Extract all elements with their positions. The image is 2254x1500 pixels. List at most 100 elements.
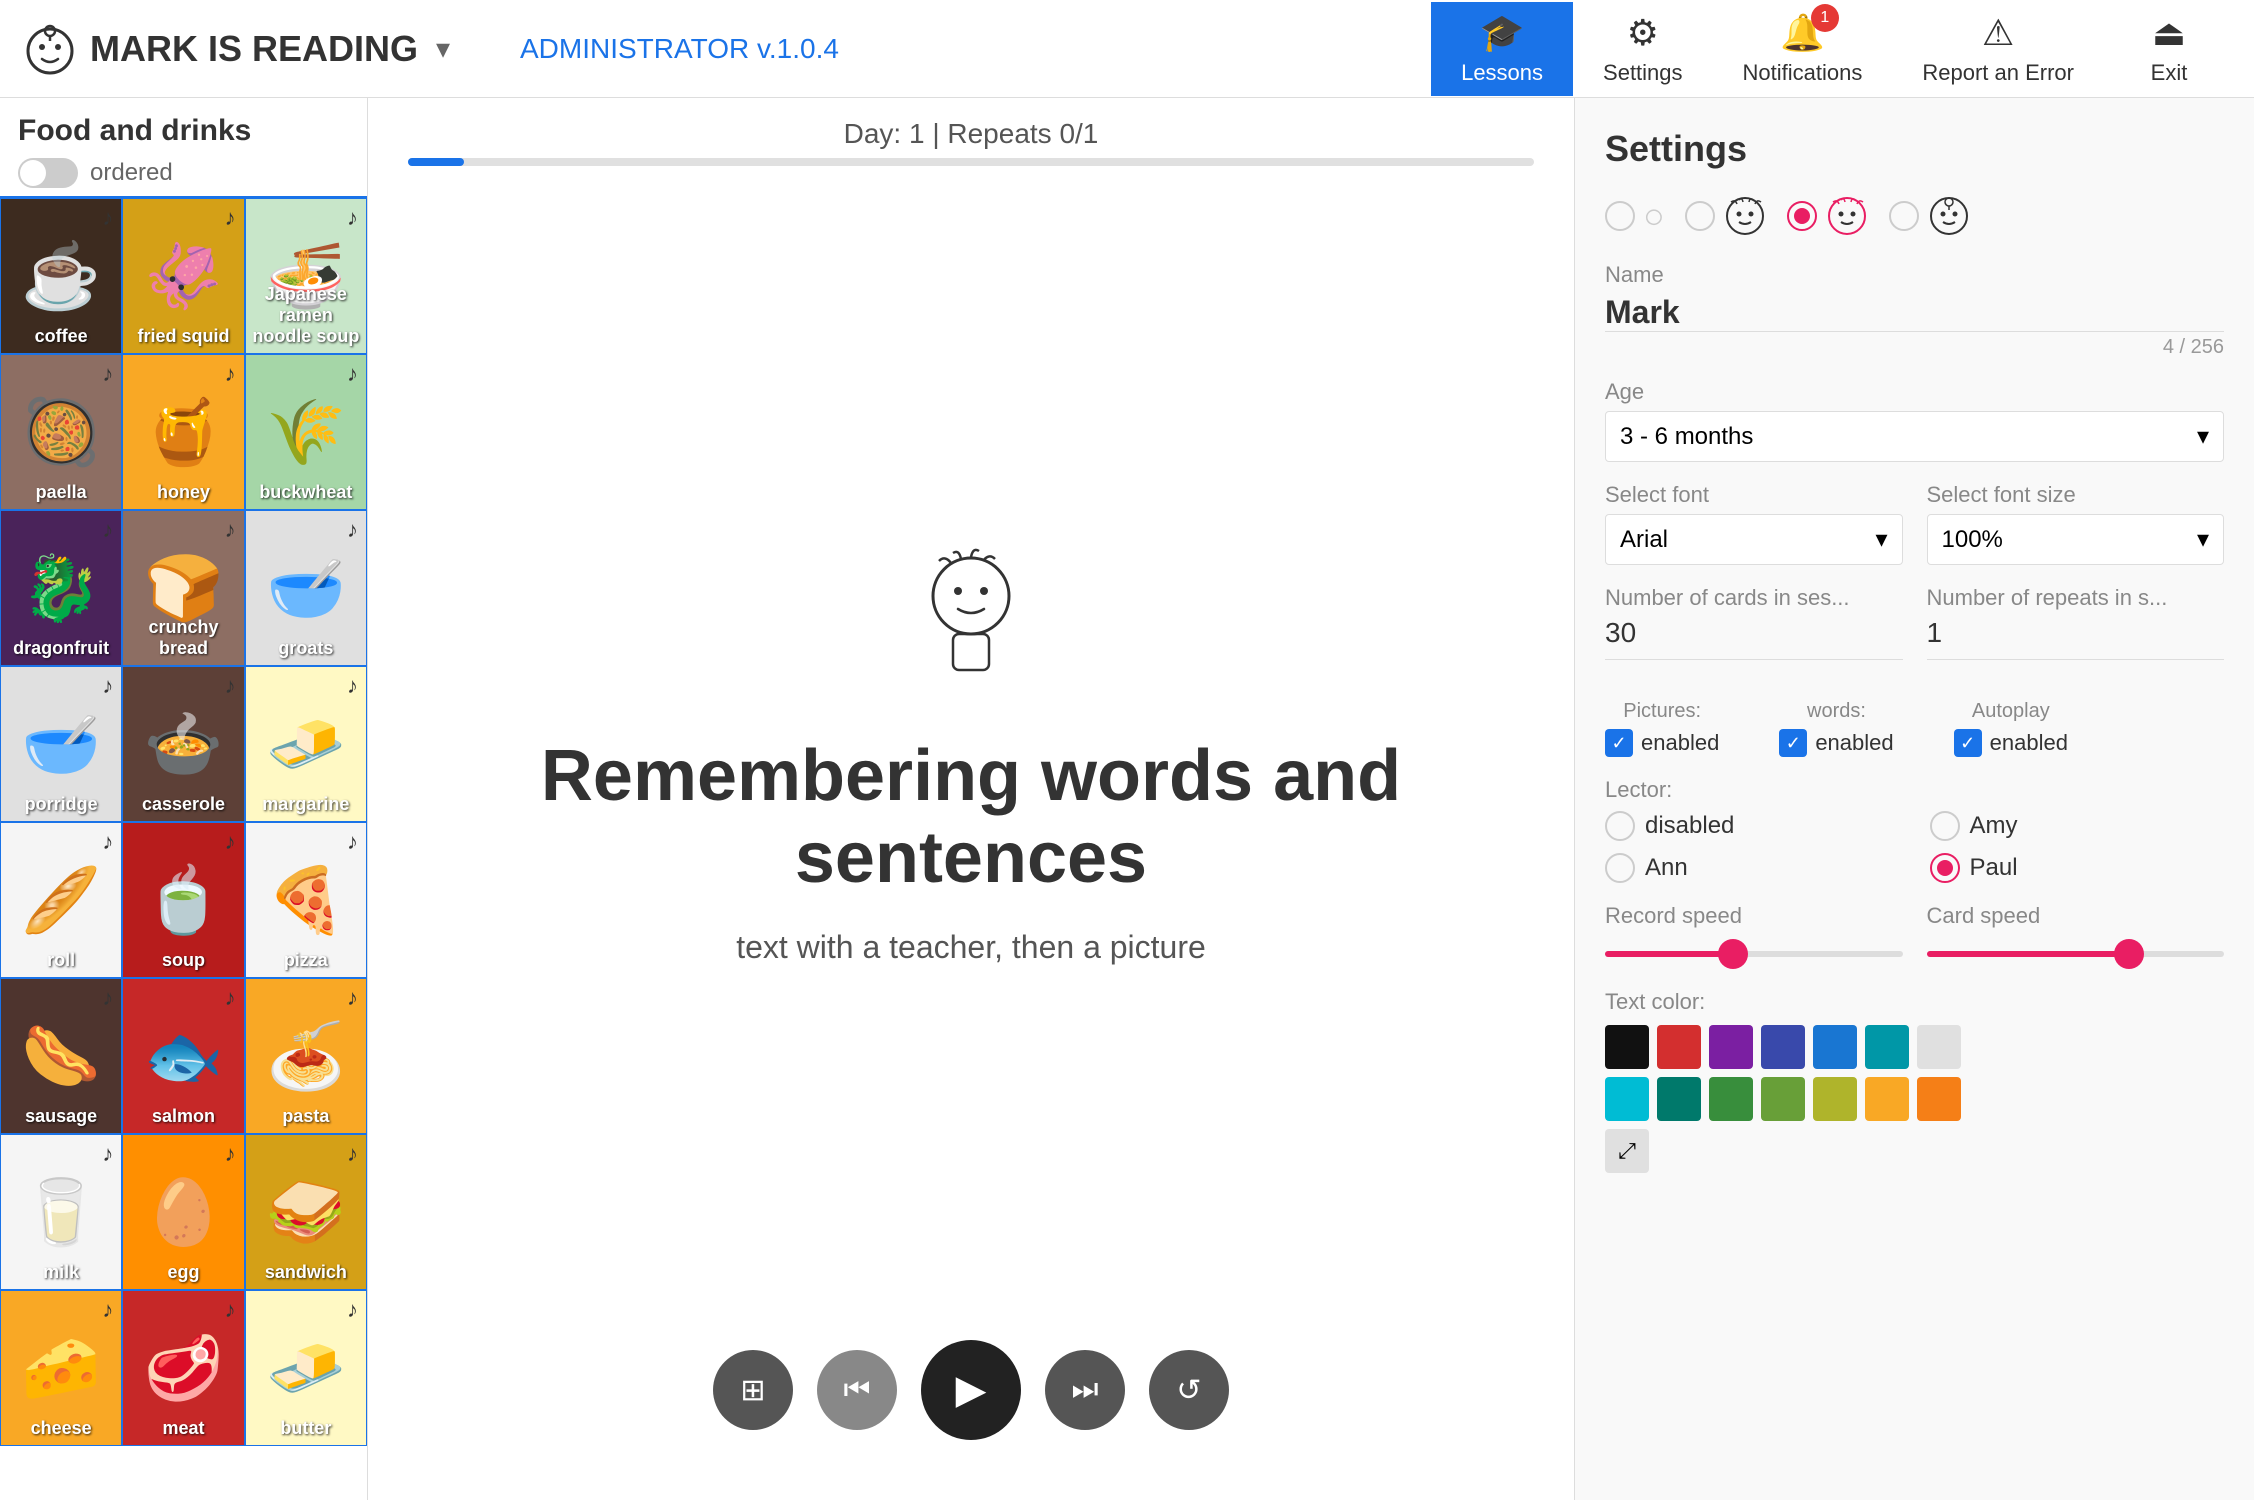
color-swatch-3[interactable] (1761, 1025, 1805, 1069)
grid-item-coffee[interactable]: ♪☕coffee (0, 198, 122, 354)
words-checkbox[interactable]: ✓ (1779, 729, 1807, 757)
radio-lector-ann[interactable] (1605, 853, 1635, 883)
grid-item-ramen[interactable]: ♪🍜Japanese ramen noodle soup (245, 198, 367, 354)
radio-lector-paul[interactable] (1930, 853, 1960, 883)
prev-button[interactable]: ⏮ (817, 1350, 897, 1430)
grid-item-porridge[interactable]: ♪🥣porridge (0, 666, 122, 822)
grid-item-honey[interactable]: ♪🍯honey (122, 354, 244, 510)
age-select[interactable]: 3 - 6 months ▾ (1605, 411, 2224, 462)
grid-item-meat[interactable]: ♪🥩meat (122, 1290, 244, 1446)
grid-item-cheese[interactable]: ♪🧀cheese (0, 1290, 122, 1446)
radio-lector-disabled[interactable] (1605, 811, 1635, 841)
color-swatch-7[interactable] (1605, 1077, 1649, 1121)
radio-girl2[interactable] (1787, 201, 1817, 231)
nav-settings[interactable]: ⚙ Settings (1573, 2, 1713, 96)
color-swatch-12[interactable] (1865, 1077, 1909, 1121)
color-swatch-6[interactable] (1917, 1025, 1961, 1069)
avatar-option-girl2[interactable] (1787, 194, 1869, 238)
color-swatch-5[interactable] (1865, 1025, 1909, 1069)
radio-blank[interactable] (1605, 201, 1635, 231)
grid-item-sandwich[interactable]: ♪🥪sandwich (245, 1134, 367, 1290)
play-button[interactable]: ▶ (921, 1340, 1021, 1440)
card-speed-slider[interactable] (1927, 939, 2225, 969)
color-swatch-8[interactable] (1657, 1077, 1701, 1121)
radio-lector-amy[interactable] (1930, 811, 1960, 841)
profile-dropdown[interactable]: ▾ (436, 32, 450, 65)
lector-disabled[interactable]: disabled (1605, 811, 1900, 841)
color-swatch-0[interactable] (1605, 1025, 1649, 1069)
item-label-sausage: sausage (1, 1106, 121, 1127)
color-swatch-1[interactable] (1657, 1025, 1701, 1069)
radio-girl1[interactable] (1685, 201, 1715, 231)
record-speed-thumb[interactable] (1718, 939, 1748, 969)
grid-item-salmon[interactable]: ♪🐟salmon (122, 978, 244, 1134)
item-emoji-casserole: 🍲 (144, 707, 224, 782)
repeats-value[interactable]: 1 (1927, 617, 1943, 648)
autoplay-checkbox[interactable]: ✓ (1954, 729, 1982, 757)
font-size-label: Select font size (1927, 482, 2225, 508)
nav-report-error[interactable]: ⚠ Report an Error (1892, 2, 2104, 96)
category-title: Food and drinks (18, 114, 349, 148)
record-speed-slider[interactable] (1605, 939, 1903, 969)
grid-item-buckwheat[interactable]: ♪🌾buckwheat (245, 354, 367, 510)
item-emoji-pizza: 🍕 (266, 863, 346, 938)
center-illustration (901, 541, 1041, 705)
font-select[interactable]: Arial ▾ (1605, 514, 1903, 565)
name-value[interactable]: Mark (1605, 294, 1680, 331)
avatar-option-blank[interactable]: ○ (1605, 195, 1665, 237)
grid-item-soup[interactable]: ♪🍵soup (122, 822, 244, 978)
words-label: words: (1807, 700, 1866, 723)
grid-item-fried-squid[interactable]: ♪🦑fried squid (122, 198, 244, 354)
color-swatch-2[interactable] (1709, 1025, 1753, 1069)
grid-item-butter[interactable]: ♪🧈butter (245, 1290, 367, 1446)
music-note-porridge: ♪ (102, 673, 113, 699)
grid-item-dragonfruit[interactable]: ♪🐉dragonfruit (0, 510, 122, 666)
music-note-soup: ♪ (225, 829, 236, 855)
color-grid: ⤢ (1605, 1025, 2224, 1173)
avatar-option-boy[interactable] (1889, 194, 1971, 238)
grid-item-pasta[interactable]: ♪🍝pasta (245, 978, 367, 1134)
ordered-toggle[interactable] (18, 158, 78, 188)
nav-notifications[interactable]: 🔔 1 Notifications (1713, 2, 1893, 96)
repeats-section: Number of repeats in s... 1 (1927, 585, 2225, 680)
item-emoji-egg: 🥚 (144, 1175, 224, 1250)
grid-item-casserole[interactable]: ♪🍲casserole (122, 666, 244, 822)
music-note-honey: ♪ (225, 361, 236, 387)
radio-boy[interactable] (1889, 201, 1919, 231)
card-speed-thumb[interactable] (2114, 939, 2144, 969)
nav-lessons[interactable]: 🎓 Lessons (1431, 2, 1573, 96)
grid-item-milk[interactable]: ♪🥛milk (0, 1134, 122, 1290)
item-emoji-groats: 🥣 (266, 551, 346, 626)
color-swatch-13[interactable] (1917, 1077, 1961, 1121)
lector-ann[interactable]: Ann (1605, 853, 1900, 883)
item-label-egg: egg (123, 1262, 243, 1283)
grid-item-margarine[interactable]: ♪🧈margarine (245, 666, 367, 822)
color-swatch-4[interactable] (1813, 1025, 1857, 1069)
grid-item-paella[interactable]: ♪🥘paella (0, 354, 122, 510)
font-size-select[interactable]: 100% ▾ (1927, 514, 2225, 565)
card-speed-label: Card speed (1927, 903, 2225, 929)
cards-value[interactable]: 30 (1605, 617, 1636, 648)
color-swatch-9[interactable] (1709, 1077, 1753, 1121)
color-swatch-11[interactable] (1813, 1077, 1857, 1121)
item-label-porridge: porridge (1, 794, 121, 815)
grid-item-pizza[interactable]: ♪🍕pizza (245, 822, 367, 978)
grid-item-roll[interactable]: ♪🥖roll (0, 822, 122, 978)
nav-exit[interactable]: ⏏ Exit (2104, 2, 2234, 96)
repeat-button[interactable]: ↺ (1149, 1350, 1229, 1430)
nav-lessons-label: Lessons (1461, 60, 1543, 86)
grid-item-sausage[interactable]: ♪🌭sausage (0, 978, 122, 1134)
avatar-option-girl1[interactable] (1685, 194, 1767, 238)
lector-paul[interactable]: Paul (1930, 853, 2225, 883)
grid-button[interactable]: ⊞ (713, 1350, 793, 1430)
color-expand-button[interactable]: ⤢ (1605, 1129, 1649, 1173)
next-button[interactable]: ⏭ (1045, 1350, 1125, 1430)
grid-item-groats[interactable]: ♪🥣groats (245, 510, 367, 666)
grid-item-crunchy-bread[interactable]: ♪🍞crunchy bread (122, 510, 244, 666)
music-note-sausage: ♪ (102, 985, 113, 1011)
pictures-checkbox[interactable]: ✓ (1605, 729, 1633, 757)
grid-item-egg[interactable]: ♪🥚egg (122, 1134, 244, 1290)
color-swatch-10[interactable] (1761, 1077, 1805, 1121)
lector-amy[interactable]: Amy (1930, 811, 2225, 841)
progress-bar (408, 158, 1534, 166)
